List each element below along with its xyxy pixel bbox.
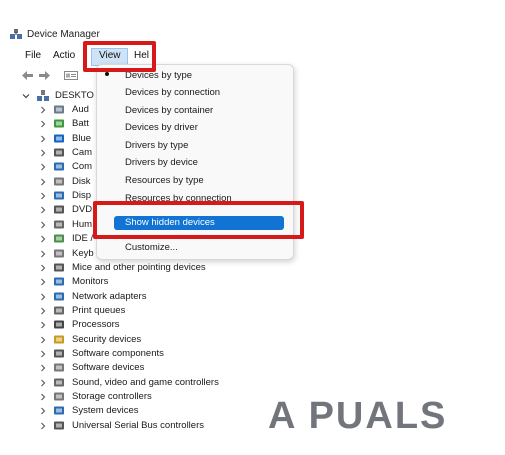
chevron-right-icon[interactable] xyxy=(39,192,47,200)
menu-action[interactable]: Actio xyxy=(53,50,75,62)
chevron-right-icon[interactable] xyxy=(39,178,47,186)
tree-category-label: Monitors xyxy=(72,276,109,288)
chevron-right-icon[interactable] xyxy=(39,364,47,372)
menu-item-devices-by-driver[interactable]: Devices by driver xyxy=(125,122,198,134)
tree-category-label: Mice and other pointing devices xyxy=(72,261,206,273)
network-icon xyxy=(54,292,64,301)
tree-category-label: Cam xyxy=(72,147,93,159)
chevron-right-icon[interactable] xyxy=(39,293,47,301)
chevron-right-icon[interactable] xyxy=(39,163,47,171)
chevron-right-icon[interactable] xyxy=(39,106,47,114)
tree-category-label: Blue xyxy=(72,132,92,144)
usb-icon xyxy=(54,421,64,430)
tree-category-label: Keyb xyxy=(72,247,94,259)
chevron-right-icon[interactable] xyxy=(39,264,47,272)
processor-icon xyxy=(54,320,64,329)
chevron-right-icon[interactable] xyxy=(39,149,47,157)
tree-category-label: System devices xyxy=(72,405,139,417)
monitor-icon xyxy=(54,277,64,286)
sound-icon xyxy=(54,378,64,387)
display-icon xyxy=(54,191,64,200)
forward-arrow-icon[interactable] xyxy=(39,71,50,80)
mouse-icon xyxy=(54,263,64,272)
menu-item-drivers-by-type[interactable]: Drivers by type xyxy=(125,140,188,152)
tree-category-label: Batt xyxy=(72,118,89,130)
printer-icon xyxy=(54,306,64,315)
chevron-right-icon[interactable] xyxy=(39,350,47,358)
chevron-down-icon[interactable] xyxy=(22,92,30,100)
chevron-right-icon[interactable] xyxy=(39,135,47,143)
menu-item-devices-by-container[interactable]: Devices by container xyxy=(125,105,213,117)
tree-category-label: Print queues xyxy=(72,304,126,316)
device-manager-icon xyxy=(10,29,22,39)
menu-item-drivers-by-device[interactable]: Drivers by device xyxy=(125,157,198,169)
disk-icon xyxy=(54,177,64,186)
tree-category-label: Disp xyxy=(72,190,92,202)
chevron-right-icon[interactable] xyxy=(39,221,47,229)
computer-icon xyxy=(54,162,64,171)
tree-category-label: DVD xyxy=(72,204,93,216)
keyboard-icon xyxy=(54,249,64,257)
tree-category-label: Disk xyxy=(72,175,91,187)
battery-icon xyxy=(54,119,64,128)
tree-category-label: Com xyxy=(72,161,93,173)
checked-bullet-icon xyxy=(105,72,109,76)
tree-category-label: IDE / xyxy=(72,233,94,245)
hid-icon xyxy=(54,220,64,229)
tree-category-label: Hum xyxy=(72,218,93,230)
chevron-right-icon[interactable] xyxy=(39,235,47,243)
properties-icon[interactable] xyxy=(64,71,78,80)
menu-item-devices-by-connection[interactable]: Devices by connection xyxy=(125,87,220,99)
chevron-right-icon[interactable] xyxy=(39,250,47,258)
window-title: Device Manager xyxy=(27,29,100,40)
chevron-right-icon[interactable] xyxy=(39,307,47,315)
chevron-right-icon[interactable] xyxy=(39,278,47,286)
camera-icon xyxy=(54,148,64,157)
chevron-right-icon[interactable] xyxy=(39,120,47,128)
annotation-box-view xyxy=(83,41,156,72)
menu-file[interactable]: File xyxy=(25,50,41,62)
tree-category-label: Storage controllers xyxy=(72,391,152,402)
menu-item-resources-by-type[interactable]: Resources by type xyxy=(125,175,204,187)
software-devices-icon xyxy=(54,363,64,372)
appuals-watermark: A PUALS xyxy=(268,395,448,437)
bluetooth-icon xyxy=(54,134,64,143)
tree-category-label: Universal Serial Bus controllers xyxy=(72,419,204,431)
ide-icon xyxy=(54,234,64,243)
tree-category-label: Security devices xyxy=(72,333,142,345)
speaker-icon xyxy=(54,105,64,114)
tree-category-label: Processors xyxy=(72,319,120,331)
security-icon xyxy=(54,335,64,344)
chevron-right-icon[interactable] xyxy=(39,422,47,430)
chevron-right-icon[interactable] xyxy=(39,393,47,401)
computer-root-icon xyxy=(37,90,49,101)
system-icon xyxy=(54,406,64,415)
back-arrow-icon[interactable] xyxy=(22,71,33,80)
chevron-right-icon[interactable] xyxy=(39,379,47,387)
tree-category-label: Software devices xyxy=(72,362,145,374)
tree-category-label: Software components xyxy=(72,347,164,359)
tree-category-label: Network adapters xyxy=(72,290,147,302)
chevron-right-icon[interactable] xyxy=(39,407,47,415)
menu-bar xyxy=(0,46,505,66)
dvd-icon xyxy=(54,205,64,214)
tree-category-label: Sound, video and game controllers xyxy=(72,376,219,388)
storage-icon xyxy=(54,392,64,401)
chevron-right-icon[interactable] xyxy=(39,336,47,344)
tree-root-label: DESKTO xyxy=(55,90,94,101)
chevron-right-icon[interactable] xyxy=(39,321,47,329)
software-components-icon xyxy=(54,349,64,358)
chevron-right-icon[interactable] xyxy=(39,206,47,214)
tree-category-label: Aud xyxy=(72,104,89,115)
menu-item-customize[interactable]: Customize... xyxy=(125,242,178,254)
annotation-box-show-hidden xyxy=(93,201,304,239)
